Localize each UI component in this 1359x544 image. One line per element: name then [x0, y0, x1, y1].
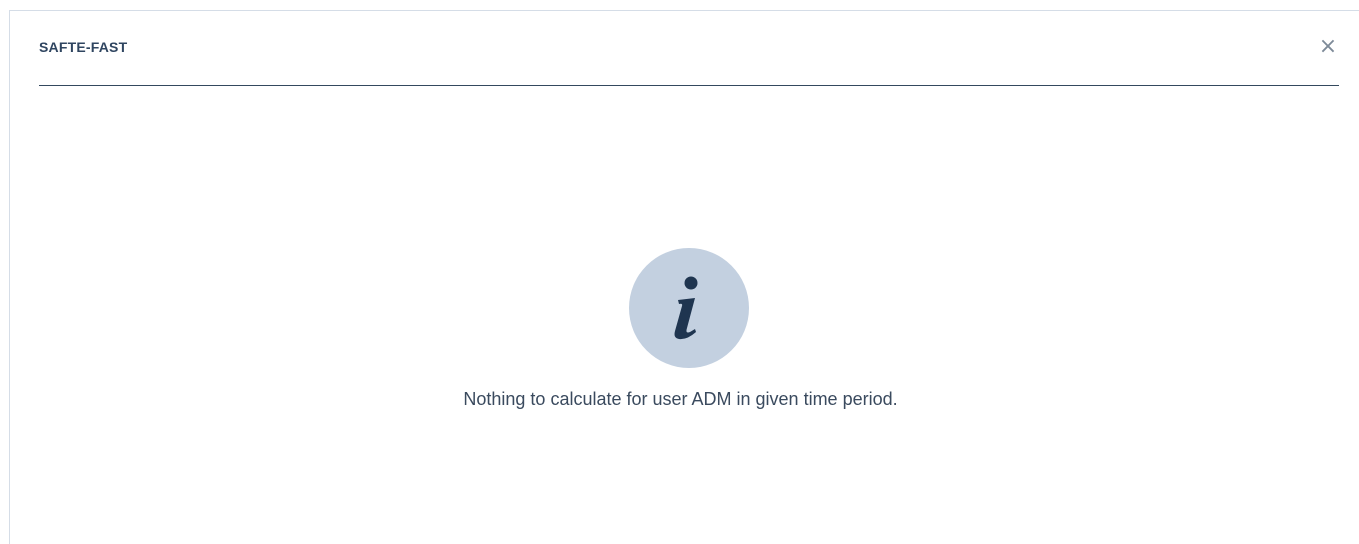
close-icon[interactable]: ×: [1317, 33, 1339, 61]
info-icon: [629, 248, 749, 368]
empty-state-message: Nothing to calculate for user ADM in giv…: [463, 389, 898, 409]
dialog: SAFTE-FAST × Nothing to calculate for us…: [9, 10, 1359, 544]
info-glyph: [674, 276, 698, 340]
dialog-title: SAFTE-FAST: [39, 39, 128, 55]
dialog-header: SAFTE-FAST ×: [39, 11, 1339, 86]
